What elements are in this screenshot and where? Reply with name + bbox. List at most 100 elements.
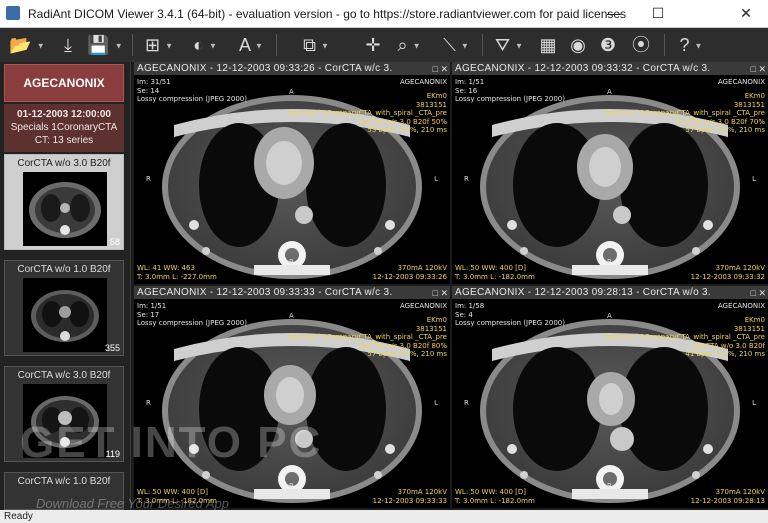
orientation-bottom: P <box>607 258 612 266</box>
viewport-window-controls[interactable]: □ ✕ <box>433 287 448 299</box>
viewport[interactable]: AGECANONIX - 12-12-2003 09:33:32 - CorCT… <box>452 62 768 284</box>
measure-button[interactable]: ⟍ ▼ <box>436 32 476 58</box>
mpr-button[interactable]: ⛛ ▼ <box>490 32 528 58</box>
overlay-line: Lossy compression (JPEG 2000) <box>137 95 247 103</box>
overlay-top-right-patient: AGECANONIX <box>718 78 765 87</box>
series-preview-image <box>23 278 107 352</box>
viewport[interactable]: AGECANONIX - 12-12-2003 09:33:33 - CorCT… <box>134 286 450 508</box>
chevron-down-icon[interactable]: ▼ <box>209 41 217 50</box>
orientation-right: L <box>434 399 438 407</box>
series-label: CorCTA w/c 1.0 B20f <box>17 476 111 487</box>
series-image-count: 58 <box>109 237 120 247</box>
measure-icon: ⟍ <box>443 35 456 55</box>
annotation-button[interactable]: A ▼ <box>232 32 270 58</box>
overlay-line: 12-12-2003 09:33:32 <box>690 272 765 281</box>
overlay-line: EKm0 <box>744 316 765 324</box>
overlay-line: EKm0 <box>744 92 765 100</box>
viewport[interactable]: AGECANONIX - 12-12-2003 09:33:26 - CorCT… <box>134 62 450 284</box>
overlay-line: Se: 17 <box>137 310 160 319</box>
series-preview-image <box>23 172 107 246</box>
open-button[interactable]: 📂 ▼ <box>8 32 46 58</box>
zoom-button[interactable]: ⌕ ▼ <box>390 32 428 58</box>
import-button[interactable]: ⤓ <box>56 32 80 58</box>
window-level-button[interactable]: ◐ ▼ <box>186 32 224 58</box>
overlay-top-left: Im: 1/51 Se: 17 Lossy compression (JPEG 20… <box>137 302 247 328</box>
overlay-line: AGECANONIX <box>717 78 765 86</box>
overlay-line: EKm0 <box>426 92 447 100</box>
orientation-top: A <box>289 88 294 96</box>
viewport-header[interactable]: AGECANONIX - 12-12-2003 09:33:33 - CorCT… <box>134 286 450 299</box>
viewport[interactable]: AGECANONIX - 12-12-2003 09:28:13 - CorCT… <box>452 286 768 508</box>
viewport-window-controls[interactable]: □ ✕ <box>751 287 766 299</box>
crosshair-button[interactable]: ✛ <box>360 32 386 58</box>
viewport-title: AGECANONIX - 12-12-2003 09:33:32 - CorCT… <box>455 63 711 74</box>
fusion-icon: ⦿ <box>632 35 650 55</box>
viewport-header[interactable]: AGECANONIX - 12-12-2003 09:28:13 - CorCT… <box>452 286 768 299</box>
save-icon: 💾 <box>87 35 110 55</box>
orientation-right: L <box>752 399 756 407</box>
overlay-line: Lossy compression (JPEG 2000) <box>137 319 247 327</box>
fusion-button[interactable]: ⦿ <box>626 32 656 58</box>
chevron-down-icon[interactable]: ▼ <box>255 41 263 50</box>
layout-button[interactable]: ⊞ ▼ <box>140 32 178 58</box>
chevron-down-icon[interactable]: ▼ <box>515 41 523 50</box>
viewport-header[interactable]: AGECANONIX - 12-12-2003 09:33:32 - CorCT… <box>452 62 768 75</box>
series-count: CT: 13 series <box>34 135 94 146</box>
overlay-line: 41 bpm, 40 %, 210 ms <box>685 350 765 358</box>
chevron-down-icon[interactable]: ▼ <box>37 41 45 50</box>
chevron-down-icon[interactable]: ▼ <box>165 41 173 50</box>
overlay-line: 3813151 <box>733 324 765 333</box>
save-button[interactable]: 💾 ▼ <box>86 32 124 58</box>
overlay-bottom-right: 370mA 120kV 12-12-2003 09:33:26 <box>373 264 447 281</box>
overlay-top-right-patient: AGECANONIX <box>400 78 447 87</box>
watermark-text: GET INTO PC <box>20 418 323 467</box>
help-button[interactable]: ? ▼ <box>672 32 710 58</box>
viewport-window-controls[interactable]: □ ✕ <box>751 63 766 75</box>
overlay-top-right-study: EKm0 3813151 Specials^1CoronaryCTA_with_sp… <box>605 316 765 359</box>
app-icon <box>6 6 20 20</box>
orientation-top: A <box>289 312 294 320</box>
cine-button[interactable]: ▦ <box>536 32 560 58</box>
viewport-title: AGECANONIX - 12-12-2003 09:33:26 - CorCT… <box>137 63 393 74</box>
orientation-left: R <box>146 399 151 407</box>
study-description: Specials 1CoronaryCTA <box>10 122 118 133</box>
chevron-down-icon[interactable]: ▼ <box>115 41 123 50</box>
overlay-bottom-left: WL: 41 WW: 463 T: 3.0mm L: -227.0mm <box>137 264 217 281</box>
study-info[interactable]: 01-12-2003 12:00:00 Specials 1CoronaryCT… <box>4 104 124 152</box>
overlay-line: CorCTA w/o 3.0 B20f <box>693 341 765 350</box>
orientation-bottom: P <box>289 258 294 266</box>
overlay-line: Se: 4 <box>455 310 473 319</box>
viewport-window-controls[interactable]: □ ✕ <box>433 63 448 75</box>
maximize-button[interactable]: ☐ <box>636 0 680 27</box>
status-text: Ready <box>4 511 33 522</box>
series-thumbnail[interactable]: CorCTA w/o 3.0 B20f 58 <box>4 154 124 250</box>
chevron-down-icon[interactable]: ▼ <box>695 41 703 50</box>
overlay-line: CorCTA w/c 3.0 B20f 80% <box>357 341 447 350</box>
overlay-line: 3813151 <box>415 324 447 333</box>
cine-icon: ▦ <box>539 35 557 55</box>
overlay-line: Im: 1/51 <box>455 78 485 86</box>
series-thumbnail[interactable]: CorCTA w/o 1.0 B20f 355 <box>4 260 124 356</box>
overlay-line: T: 3.0mm L: -182.0mm <box>455 272 535 281</box>
series-image-count: 355 <box>104 343 120 353</box>
overlay-line: Specials^1CoronaryCTA_with_spiral _CTA_p… <box>287 109 447 117</box>
chevron-down-icon[interactable]: ▼ <box>413 41 421 50</box>
series-label: CorCTA w/c 3.0 B20f <box>17 370 111 381</box>
chevron-down-icon[interactable]: ▼ <box>461 41 469 50</box>
minimize-button[interactable]: — <box>592 0 636 27</box>
download-icon: ⤓ <box>64 35 72 55</box>
overlay-line: Im: 1/58 <box>455 302 485 310</box>
3d-volume-button[interactable]: ❸ <box>596 32 620 58</box>
close-button[interactable]: ✕ <box>724 0 768 27</box>
series-button[interactable]: ⧉ ▼ <box>284 32 348 58</box>
3d-mpr-button[interactable]: ◉ <box>566 32 590 58</box>
overlay-top-right-patient: AGECANONIX <box>400 302 447 311</box>
overlay-line: AGECANONIX <box>399 302 447 310</box>
overlay-line: CorCTA w/c 3.0 B20f 50% <box>357 117 447 126</box>
overlay-line: Im: 31/51 <box>137 78 171 86</box>
patient-name[interactable]: AGECANONIX <box>4 64 124 102</box>
overlay-line: 370mA 120kV <box>397 488 447 496</box>
chevron-down-icon[interactable]: ▼ <box>321 41 329 50</box>
viewport-header[interactable]: AGECANONIX - 12-12-2003 09:33:26 - CorCT… <box>134 62 450 75</box>
overlay-line: WL: 50 WW: 400 [D] <box>455 264 526 272</box>
